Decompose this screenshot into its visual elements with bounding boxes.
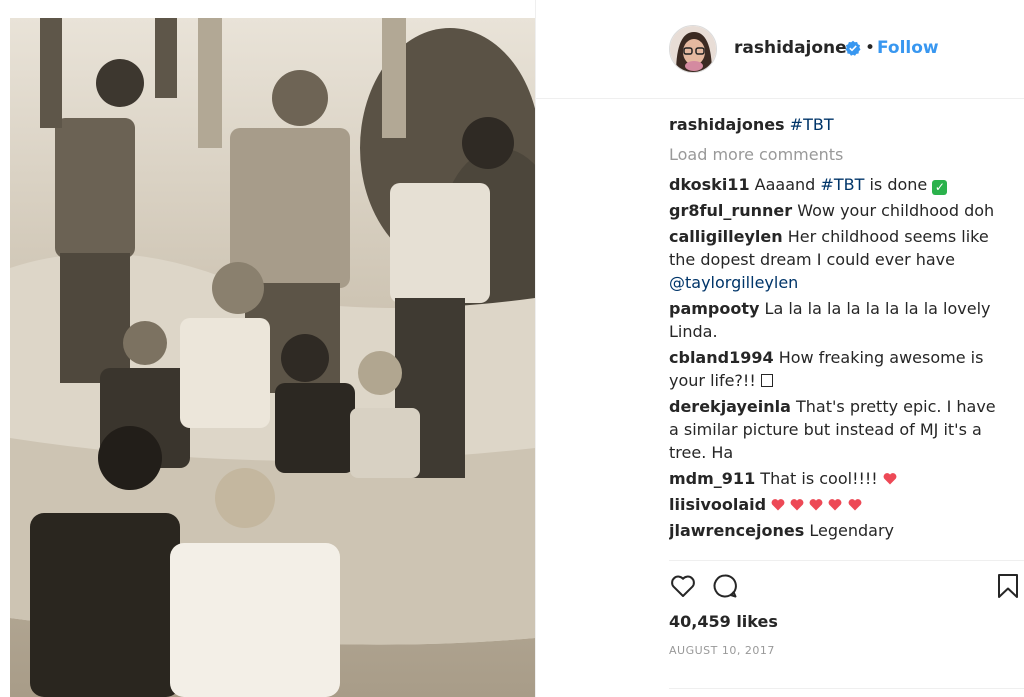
header-username[interactable]: rashidajones xyxy=(734,38,857,58)
check-mark-emoji-icon: ✓ xyxy=(932,180,948,195)
likes-count[interactable]: 40,459 likes xyxy=(669,612,778,631)
bookmark-icon[interactable] xyxy=(995,572,1021,600)
comment-username[interactable]: derekjayeinla xyxy=(669,397,791,416)
post-header: rashidajones • Follow xyxy=(536,0,1024,99)
comment-mention[interactable]: @taylorgilleylen xyxy=(669,273,798,292)
header-separator: • xyxy=(865,38,876,58)
post-date[interactable]: AUGUST 10, 2017 xyxy=(669,644,775,657)
comment-item: cbland1994 How freaking awesome is your … xyxy=(669,346,1009,392)
load-more-comments-button[interactable]: Load more comments xyxy=(669,143,1009,166)
verified-badge-icon xyxy=(845,40,861,56)
heart-outline-icon[interactable] xyxy=(669,572,697,600)
comment-item: derekjayeinla That's pretty epic. I have… xyxy=(669,395,1009,464)
comment-text: That is cool!!!! xyxy=(760,469,883,488)
follow-button[interactable]: Follow xyxy=(877,38,939,58)
comments-list: rashidajones #TBT Load more comments dko… xyxy=(669,110,1009,558)
red-heart-emoji-icon xyxy=(829,499,842,511)
caption-username[interactable]: rashidajones xyxy=(669,115,785,134)
red-heart-emoji-icon xyxy=(790,499,804,511)
add-comment-divider xyxy=(669,688,1024,689)
comment-item: jlawrencejones Legendary xyxy=(669,519,1009,542)
comment-username[interactable]: mdm_911 xyxy=(669,469,755,488)
red-heart-emoji-icon xyxy=(848,499,861,511)
comment-text: Wow your childhood doh xyxy=(797,201,995,220)
avatar-image xyxy=(670,26,716,72)
comment-item: gr8ful_runner Wow your childhood doh xyxy=(669,199,1009,222)
comment-username[interactable]: calligilleylen xyxy=(669,227,783,246)
red-heart-emoji-icon xyxy=(771,499,785,511)
comment-username[interactable]: liisivoolaid xyxy=(669,495,766,514)
comment-username[interactable]: dkoski11 xyxy=(669,175,750,194)
actions-divider xyxy=(669,560,1024,561)
comment-username[interactable]: cbland1994 xyxy=(669,348,774,367)
caption: rashidajones #TBT xyxy=(669,113,1009,136)
comment-text-suffix: is done xyxy=(864,175,928,194)
comment-item: dkoski11 Aaaand #TBT is done ✓ xyxy=(669,173,1009,196)
red-heart-emoji-icon xyxy=(883,473,897,485)
unknown-glyph-icon xyxy=(760,374,773,387)
comment-item: mdm_911 That is cool!!!! xyxy=(669,467,1009,490)
comment-username[interactable]: gr8ful_runner xyxy=(669,201,792,220)
speech-bubble-icon[interactable] xyxy=(711,572,739,600)
post-photo[interactable] xyxy=(10,18,535,697)
comment-item: calligilleylen Her childhood seems like … xyxy=(669,225,1009,294)
post-side-panel: rashidajones • Follow rashidajones #TBT … xyxy=(536,0,1024,697)
comment-item: liisivoolaid xyxy=(669,493,1009,516)
comment-text: Aaaand xyxy=(754,175,821,194)
caption-hashtag[interactable]: #TBT xyxy=(790,115,834,134)
comment-text: Legendary xyxy=(809,521,894,540)
red-heart-emoji-icon xyxy=(809,499,823,511)
comment-hashtag[interactable]: #TBT xyxy=(820,175,864,194)
avatar[interactable] xyxy=(669,25,717,73)
post-photo-image xyxy=(10,18,535,697)
comment-username[interactable]: jlawrencejones xyxy=(669,521,804,540)
comment-item: pampooty La la la la la la la la la love… xyxy=(669,297,1009,343)
comment-username[interactable]: pampooty xyxy=(669,299,759,318)
